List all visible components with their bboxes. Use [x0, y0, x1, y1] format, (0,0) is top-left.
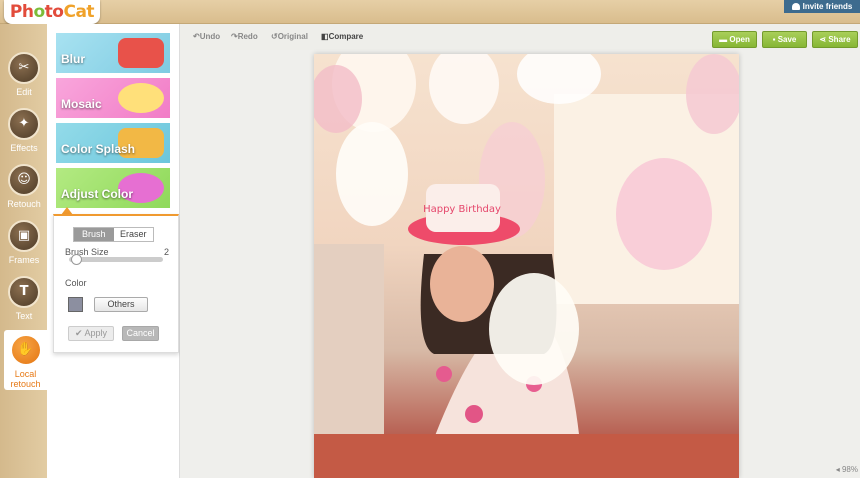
sidebar-item-label: Frames: [8, 255, 40, 265]
flower-print: [465, 405, 483, 423]
compare-icon: ◧: [321, 32, 329, 41]
sidebar-item-local-retouch[interactable]: ✋ Local retouch: [4, 330, 47, 390]
sidebar-item-edit[interactable]: ✂ Edit: [4, 52, 44, 108]
left-sidebar: ✂ Edit ✦ Effects ☺ Retouch ▣ Frames T Te…: [0, 24, 47, 478]
cartoon-face-icon: [118, 83, 164, 113]
share-button[interactable]: ⋖ Share: [812, 31, 858, 48]
check-icon: ✔: [74, 328, 85, 338]
original-button[interactable]: ↺Original: [271, 32, 308, 41]
brush-size-value: 2: [163, 247, 169, 257]
cancel-button[interactable]: Cancel: [122, 326, 159, 341]
top-bar: PhotoCat Invite friends: [0, 0, 860, 24]
slider-handle[interactable]: [70, 254, 82, 265]
balloon: [616, 158, 712, 270]
sidebar-item-label: Retouch: [7, 199, 41, 209]
sidebar-item-retouch[interactable]: ☺ Retouch: [4, 164, 44, 220]
sidebar-item-effects[interactable]: ✦ Effects: [4, 108, 44, 164]
sidebar-item-text[interactable]: T Text: [4, 276, 44, 332]
sidebar-item-label: Edit: [16, 87, 32, 97]
zoom-level[interactable]: ◂ 98%: [836, 465, 858, 474]
undo-button[interactable]: ↶Undo: [193, 32, 220, 41]
photocat-logo[interactable]: PhotoCat: [4, 0, 100, 24]
apply-button[interactable]: ✔ Apply: [68, 326, 114, 341]
balloon: [336, 122, 408, 226]
brush-eraser-toggle: Brush Eraser: [73, 227, 154, 242]
bus-illustration-icon: [118, 38, 164, 68]
bed-cover: [314, 434, 739, 478]
edited-photo[interactable]: Happy Birthday: [314, 54, 739, 478]
brush-settings: Brush Eraser Brush Size 2 Color Others ✔…: [53, 214, 179, 353]
canvas-area: Happy Birthday ◂ 98%: [180, 50, 860, 478]
face: [430, 246, 494, 322]
invite-friends-button[interactable]: Invite friends: [784, 0, 860, 13]
text-icon: T: [8, 276, 40, 308]
category-blur[interactable]: Blur: [56, 33, 170, 73]
tool-panel: Blur Mosaic Color Splash Adjust Color Br…: [47, 24, 180, 478]
color-swatch[interactable]: [68, 297, 83, 312]
redo-button[interactable]: ↷Redo: [231, 32, 258, 41]
face-icon: ☺: [8, 164, 40, 196]
magic-wand-icon: ✦: [8, 108, 40, 140]
hat-text: Happy Birthday: [423, 204, 501, 215]
share-icon: ⋖: [819, 35, 829, 44]
sidebar-item-label: Local retouch: [10, 369, 41, 389]
category-color-splash[interactable]: Color Splash: [56, 123, 170, 163]
edit-toolbar: ↶Undo ↷Redo ↺Original ◧Compare ▬ Open ▪ …: [180, 24, 860, 50]
open-button[interactable]: ▬ Open: [712, 31, 757, 48]
category-mosaic[interactable]: Mosaic: [56, 78, 170, 118]
sidebar-item-label: Text: [15, 311, 33, 321]
sidebar-item-label: Effects: [10, 143, 38, 153]
brush-size-slider[interactable]: [69, 254, 163, 265]
tab-brush[interactable]: Brush: [74, 228, 114, 241]
photo-illustration: Happy Birthday: [314, 54, 739, 478]
hands-icon: ✋: [9, 334, 42, 366]
others-button[interactable]: Others: [94, 297, 148, 312]
folder-icon: ▬: [719, 35, 730, 44]
save-button[interactable]: ▪ Save: [762, 31, 807, 48]
balloon: [489, 273, 579, 385]
balloon: [429, 54, 499, 124]
sidebar-item-frames[interactable]: ▣ Frames: [4, 220, 44, 276]
flower-print: [436, 366, 452, 382]
user-icon: [791, 3, 800, 10]
frame-icon: ▣: [8, 220, 40, 252]
original-icon: ↺: [271, 32, 278, 41]
redo-icon: ↷: [231, 32, 238, 41]
tab-eraser[interactable]: Eraser: [114, 228, 154, 241]
color-label: Color: [65, 278, 87, 288]
category-adjust-color[interactable]: Adjust Color: [56, 168, 170, 208]
scissors-icon: ✂: [8, 52, 40, 84]
compare-button[interactable]: ◧Compare: [321, 32, 363, 41]
undo-icon: ↶: [193, 32, 200, 41]
